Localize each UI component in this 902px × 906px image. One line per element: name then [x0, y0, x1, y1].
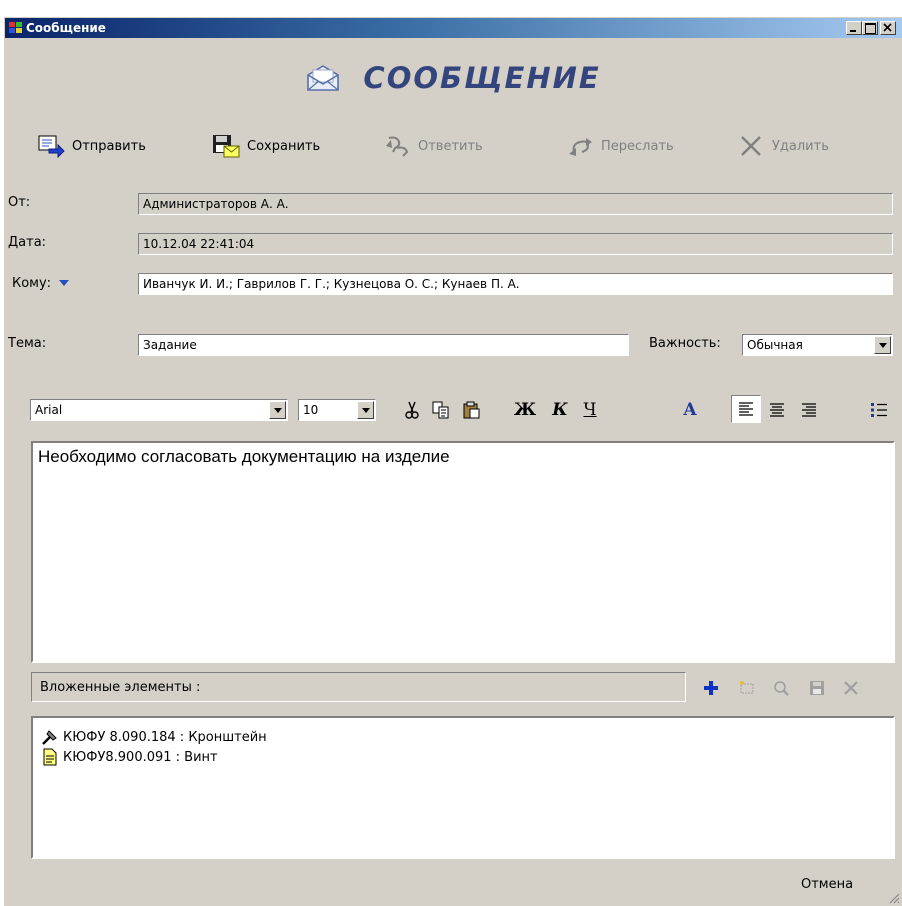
save-label: Сохранить	[247, 138, 321, 154]
paste-icon	[463, 401, 480, 419]
chevron-down-icon[interactable]	[874, 336, 891, 354]
message-body-editor[interactable]: Необходимо согласовать документацию на и…	[31, 441, 895, 663]
maximize-button[interactable]	[862, 21, 878, 35]
to-selector[interactable]: Кому:	[12, 273, 70, 293]
cancel-button[interactable]: Отмена	[801, 877, 853, 892]
scissors-icon	[405, 401, 419, 419]
page-title: СООБЩЕНИЕ	[363, 61, 601, 95]
copy-icon	[432, 401, 449, 419]
reply-button[interactable]: Ответить	[382, 129, 483, 163]
close-button[interactable]	[880, 21, 896, 35]
chevron-down-icon[interactable]	[269, 401, 286, 419]
attachment-label: КЮФУ 8.090.184 : Кронштейн	[63, 729, 267, 745]
font-value: Arial	[35, 403, 63, 417]
date-label: Дата:	[8, 235, 47, 250]
attachments-header: Вложенные элементы :	[31, 672, 686, 702]
forward-label: Переслать	[601, 138, 674, 154]
view-attachment-button[interactable]	[768, 677, 794, 699]
importance-select[interactable]: Обычная	[742, 334, 893, 356]
font-color-button[interactable]: A	[677, 397, 703, 423]
add-attachment-button[interactable]	[698, 677, 724, 699]
cut-button[interactable]	[400, 397, 424, 423]
app-icon	[9, 22, 23, 34]
from-label: От:	[8, 195, 31, 210]
save-button[interactable]: Сохранить	[211, 129, 320, 163]
paste-button[interactable]	[460, 397, 484, 423]
magnifier-icon	[774, 681, 789, 696]
selection-icon	[740, 681, 754, 694]
bullet-list-icon	[871, 403, 887, 417]
importance-value: Обычная	[747, 338, 803, 352]
subject-label: Тема:	[8, 336, 47, 351]
resize-grip-icon[interactable]	[888, 892, 900, 904]
reply-icon	[382, 133, 412, 159]
align-center-icon	[770, 403, 784, 417]
date-field: 10.12.04 22:41:04	[138, 233, 893, 255]
attachment-item[interactable]: КЮФУ 8.090.184 : Кронштейн	[41, 727, 267, 747]
font-select[interactable]: Arial	[30, 399, 288, 421]
forward-icon	[565, 133, 595, 159]
bullet-list-button[interactable]	[864, 397, 894, 423]
attachment-label: КЮФУ8.900.091 : Винт	[63, 749, 218, 765]
font-size-select[interactable]: 10	[298, 399, 376, 421]
to-field[interactable]: Иванчук И. И.; Гаврилов Г. Г.; Кузнецова…	[138, 273, 893, 295]
forward-button[interactable]: Переслать	[565, 129, 674, 163]
align-right-icon	[802, 403, 816, 417]
align-left-icon	[739, 402, 753, 416]
delete-attachment-button[interactable]	[838, 677, 864, 699]
delete-label: Удалить	[772, 138, 829, 154]
select-attachment-button[interactable]	[734, 677, 760, 699]
align-left-button[interactable]	[731, 395, 761, 423]
bold-button[interactable]: Ж	[512, 397, 538, 423]
chevron-down-icon[interactable]	[357, 401, 374, 419]
page-header: СООБЩЕНИЕ	[4, 61, 902, 101]
title-bar[interactable]: Сообщение	[5, 18, 902, 38]
subject-field[interactable]: Задание	[138, 334, 629, 356]
message-window: Сообщение СООБЩЕНИЕ Отправить Сохранить …	[3, 16, 902, 906]
italic-button[interactable]: К	[547, 397, 573, 423]
delete-icon	[844, 681, 858, 695]
save-icon	[211, 133, 241, 159]
send-button[interactable]: Отправить	[36, 129, 146, 163]
triangle-down-icon	[59, 280, 70, 286]
delete-button[interactable]: Удалить	[736, 129, 829, 163]
attachments-header-label: Вложенные элементы :	[40, 680, 201, 695]
minimize-button[interactable]	[846, 21, 862, 35]
document-icon	[41, 748, 59, 766]
attachments-list: КЮФУ 8.090.184 : Кронштейн КЮФУ8.900.091…	[31, 716, 895, 859]
align-center-button[interactable]	[762, 397, 792, 423]
window-title: Сообщение	[26, 21, 106, 35]
attachment-item[interactable]: КЮФУ8.900.091 : Винт	[41, 747, 218, 767]
send-icon	[36, 133, 66, 159]
from-field: Администраторов А. А.	[138, 193, 893, 215]
align-right-button[interactable]	[794, 397, 824, 423]
assembly-icon	[41, 728, 59, 746]
to-label: Кому:	[12, 275, 52, 291]
message-toolbar: Отправить Сохранить Ответить Переслать У…	[4, 129, 902, 163]
save-attachment-button[interactable]	[804, 677, 830, 699]
copy-button[interactable]	[429, 397, 453, 423]
floppy-icon	[810, 681, 824, 695]
plus-icon	[704, 681, 718, 695]
envelope-icon	[307, 65, 340, 91]
importance-label: Важность:	[649, 336, 721, 351]
underline-button[interactable]: Ч	[577, 397, 603, 423]
delete-icon	[736, 133, 766, 159]
font-size-value: 10	[303, 403, 319, 417]
send-label: Отправить	[72, 138, 146, 154]
close-icon	[883, 23, 892, 32]
reply-label: Ответить	[418, 138, 483, 154]
